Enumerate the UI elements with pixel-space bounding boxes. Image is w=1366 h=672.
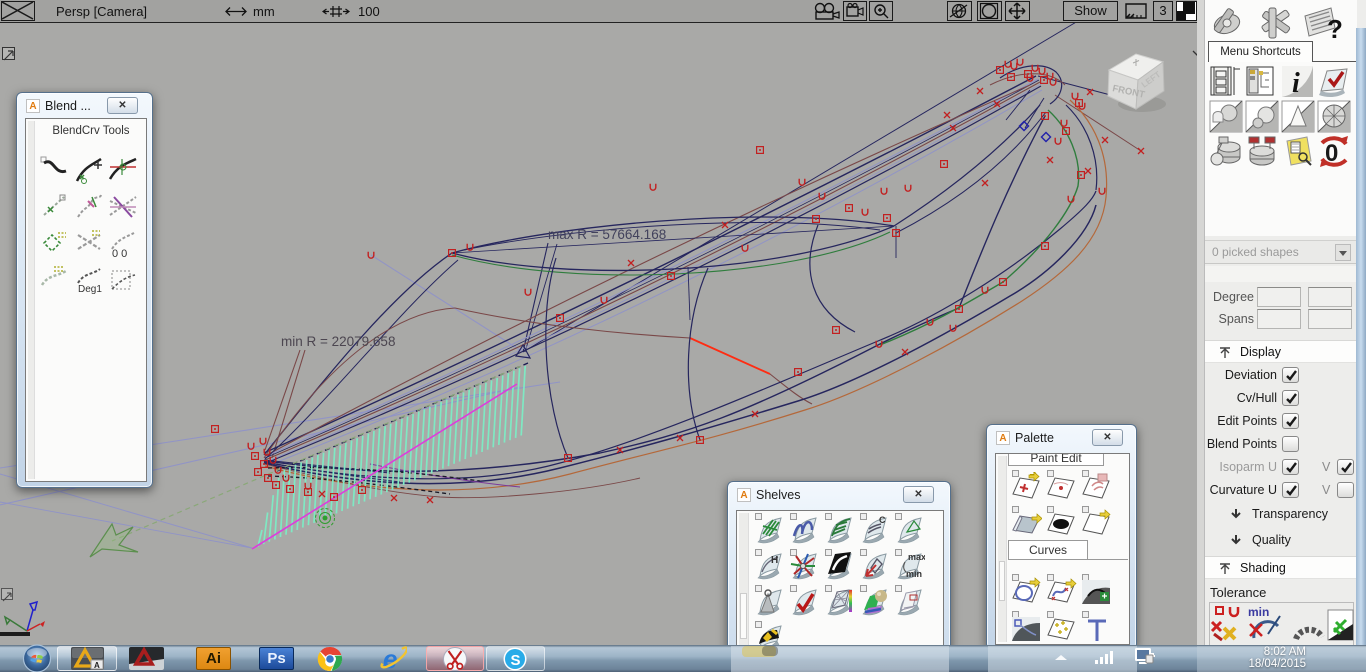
svg-text:?: ?	[1327, 14, 1343, 42]
svg-text:max R = 57664.168: max R = 57664.168	[548, 227, 666, 242]
svg-text:0 0: 0 0	[112, 248, 127, 259]
svg-text:i: i	[1292, 68, 1300, 98]
svg-text:S: S	[511, 652, 521, 669]
svg-text:Deg1: Deg1	[78, 284, 102, 295]
svg-text:min: min	[906, 569, 922, 579]
svg-text:0: 0	[1325, 140, 1338, 167]
svg-text:min R = 22079.658: min R = 22079.658	[281, 334, 395, 349]
svg-text:max: max	[908, 552, 925, 562]
svg-text:min: min	[1248, 605, 1269, 619]
svg-text:H: H	[771, 555, 778, 566]
svg-text:A: A	[94, 661, 100, 670]
svg-text:C: C	[879, 515, 886, 525]
